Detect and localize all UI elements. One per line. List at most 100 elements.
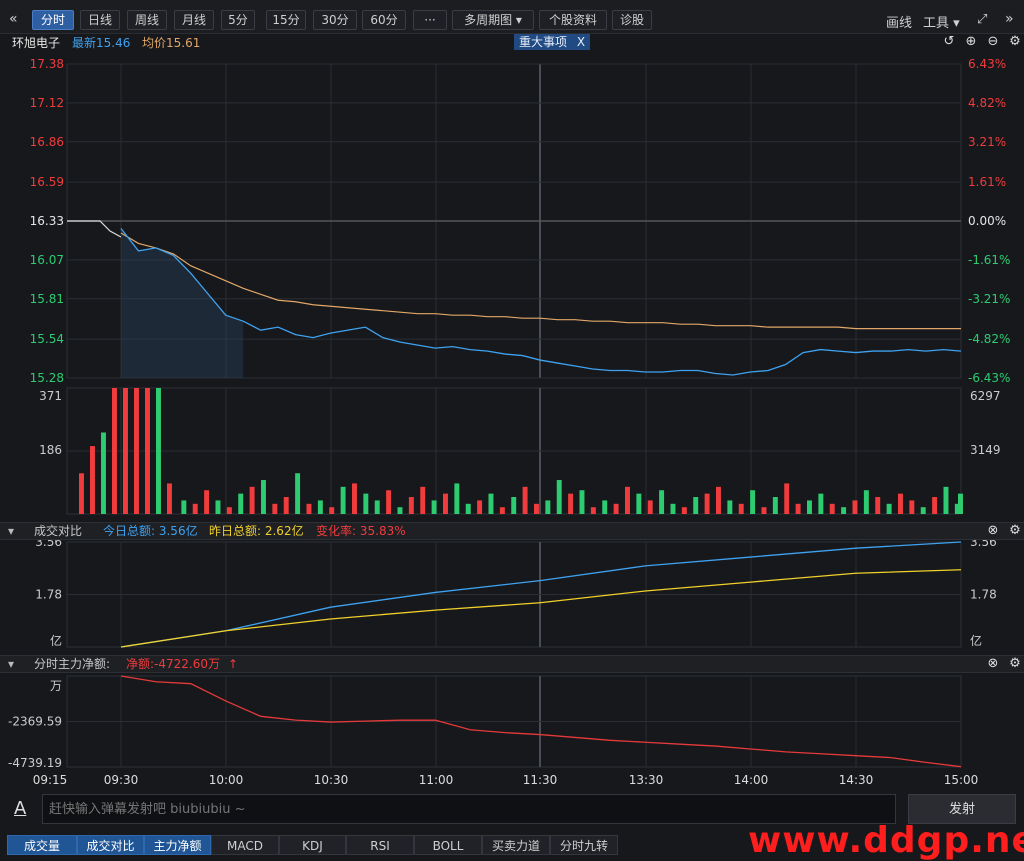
volume-bar — [852, 500, 858, 514]
close-icon[interactable]: X — [577, 35, 585, 49]
volume-bar — [123, 388, 128, 514]
intraday-chart[interactable]: 17.38 6.43% 17.12 4.82% 16.86 3.21% 16.59 1.61%… — [0, 52, 1024, 790]
pct-tick: -4.82% — [968, 332, 1010, 346]
stock-info-bar: 环旭电子 最新15.46 均价15.61 重大事项 X ↺ ⊕ ⊖ ⚙ — [0, 34, 1024, 52]
font-icon[interactable]: A — [14, 798, 26, 819]
tab-weekly[interactable]: 周线 — [127, 10, 167, 30]
collapse-icon[interactable]: ▾ — [8, 656, 14, 672]
diagnose-button[interactable]: 诊股 — [612, 10, 652, 30]
major-event-label: 重大事项 — [519, 35, 568, 49]
close-panel-icon[interactable]: ⊗ — [986, 657, 1000, 671]
tab-monthly[interactable]: 月线 — [174, 10, 214, 30]
settings-icon[interactable]: ⚙ — [1008, 524, 1022, 538]
zoom-out-icon[interactable]: ⊖ — [986, 35, 1000, 49]
price-tick: 16.07 — [30, 253, 64, 267]
zoom-in-icon[interactable]: ⊕ — [964, 35, 978, 49]
turnover-panel-header: ▾ 成交对比 今日总额: 3.56亿 昨日总额: 2.62亿 变化率: 35.8… — [0, 522, 1024, 540]
volume-bar — [477, 500, 483, 514]
volume-bar — [898, 493, 903, 514]
settings-icon[interactable]: ⚙ — [1008, 657, 1022, 671]
indicator-tab-2[interactable]: 主力净额 — [144, 835, 211, 855]
price-tick: 17.38 — [30, 57, 64, 71]
double-left-chevron-icon[interactable]: « — [9, 11, 18, 27]
net-amount: 净额:-4722.60万 — [126, 657, 220, 671]
volume-bar — [408, 497, 414, 514]
volume-tick: 371 — [39, 389, 62, 403]
time-axis-label: 09:15 — [33, 773, 68, 787]
volume-bar — [818, 493, 824, 514]
volume-bar — [670, 503, 676, 514]
indicator-tab-3[interactable]: MACD — [211, 835, 279, 855]
volume-bar — [772, 497, 778, 514]
tab-5min[interactable]: 5分 — [221, 10, 255, 30]
undo-icon[interactable]: ↺ — [942, 35, 956, 49]
tab-30min[interactable]: 30分 — [313, 10, 357, 30]
time-axis-label: 10:30 — [314, 773, 349, 787]
indicator-tab-8[interactable]: 分时九转 — [550, 835, 618, 855]
tools-dropdown[interactable]: 工具 ▾ — [923, 12, 960, 31]
price-tick: 17.12 — [30, 96, 64, 110]
major-event-tag[interactable]: 重大事项 X — [514, 34, 591, 50]
volume-tick: 3149 — [970, 443, 1001, 457]
tab-15min[interactable]: 15分 — [266, 10, 306, 30]
pct-tick: -3.21% — [968, 292, 1010, 306]
volume-bar — [522, 486, 528, 514]
volume-bar — [167, 483, 172, 514]
multi-period-dropdown[interactable]: 多周期图 ▾ — [452, 10, 534, 30]
indicator-tab-5[interactable]: RSI — [346, 835, 414, 855]
settings-icon[interactable]: ⚙ — [1008, 35, 1022, 49]
fullscreen-icon[interactable]: ⤢ — [977, 12, 987, 27]
tab-daily[interactable]: 日线 — [80, 10, 120, 30]
volume-bar — [807, 500, 812, 514]
indicator-tab-1[interactable]: 成交对比 — [77, 835, 144, 855]
indicator-tab-6[interactable]: BOLL — [414, 835, 482, 855]
volume-bar — [431, 500, 437, 514]
price-tick: 15.81 — [30, 292, 64, 306]
draw-line-button[interactable]: 画线 — [886, 12, 912, 31]
volume-bar — [454, 483, 460, 514]
indicator-tab-0[interactable]: 成交量 — [7, 835, 77, 855]
volume-bar — [534, 503, 539, 514]
today-total: 今日总额: 3.56亿 — [103, 524, 198, 538]
flow-unit: 万 — [50, 679, 62, 693]
stock-profile-button[interactable]: 个股资料 — [539, 10, 607, 30]
volume-tick: 186 — [39, 443, 62, 457]
volume-bar — [920, 507, 926, 514]
up-arrow-icon: ↑ — [228, 657, 239, 671]
volume-bar — [659, 490, 665, 514]
flow-title: 分时主力净额: — [34, 657, 111, 671]
volume-bar — [204, 490, 210, 514]
price-tick: 16.86 — [30, 135, 64, 149]
volume-bar — [261, 480, 266, 514]
collapse-icon[interactable]: ▾ — [8, 523, 14, 539]
indicator-tab-4[interactable]: KDJ — [279, 835, 346, 855]
price-tick: 16.59 — [30, 175, 64, 189]
volume-bar — [283, 497, 289, 514]
volume-tick: 6297 — [970, 389, 1001, 403]
volume-bar — [886, 503, 892, 514]
pct-tick: 4.82% — [968, 96, 1006, 110]
close-panel-icon[interactable]: ⊗ — [986, 524, 1000, 538]
yesterday-total: 昨日总额: 2.62亿 — [209, 524, 304, 538]
tab-intraday[interactable]: 分时 — [32, 10, 74, 30]
price-tick: 15.54 — [30, 332, 64, 346]
volume-bar — [488, 493, 494, 514]
volume-bar — [79, 473, 84, 514]
volume-bar — [829, 503, 835, 514]
pre-market-line — [67, 220, 122, 238]
indicator-tab-7[interactable]: 买卖力道 — [482, 835, 550, 855]
more-button[interactable]: ··· — [413, 10, 447, 30]
volume-bar — [272, 503, 278, 514]
average-price: 均价15.61 — [142, 36, 201, 50]
volume-bar — [511, 497, 517, 514]
flow-tick: -4739.19 — [8, 756, 62, 770]
turnover-tick: 1.78 — [35, 588, 62, 602]
volume-bar — [647, 500, 653, 514]
volume-bar — [181, 500, 187, 514]
tab-60min[interactable]: 60分 — [362, 10, 406, 30]
volume-bar — [556, 480, 562, 514]
toolbar: « 分时 日线 周线 月线 5分 15分 30分 60分 ··· 多周期图 ▾ 个股资料 诊股 画线 … — [0, 0, 1024, 34]
pct-tick: 3.21% — [968, 135, 1006, 149]
double-right-chevron-icon[interactable]: » — [1005, 11, 1014, 27]
volume-bar — [738, 503, 744, 514]
